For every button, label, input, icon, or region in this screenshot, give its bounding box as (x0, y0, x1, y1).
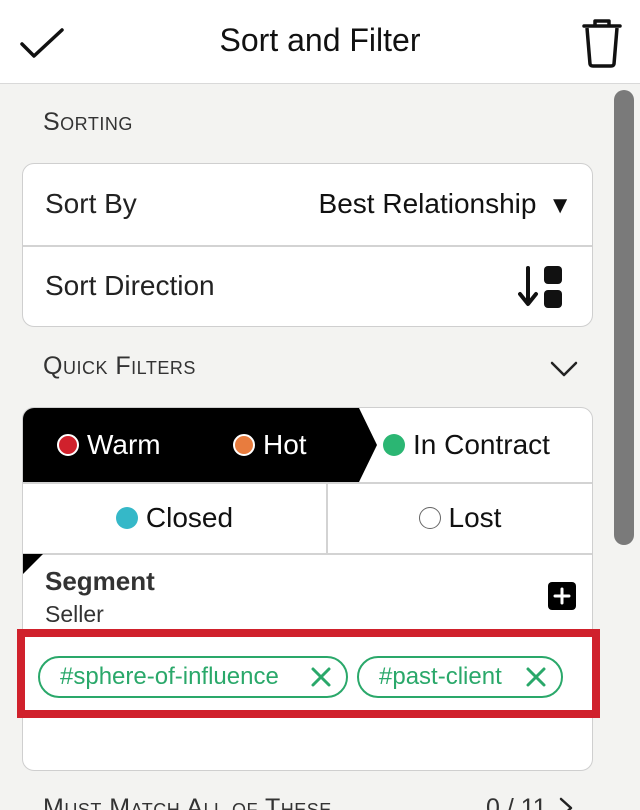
sort-direction-row[interactable]: Sort Direction (23, 246, 592, 326)
must-match-section-title: Must Match All of These (43, 794, 332, 810)
sorting-section-title: Sorting (43, 108, 133, 136)
status-filter-label: Closed (145, 502, 234, 533)
sort-by-label: Sort By (45, 188, 137, 219)
caret-down-icon: ▼ (548, 192, 572, 219)
status-filter-warm[interactable]: Warm (57, 408, 161, 482)
delete-button[interactable] (578, 16, 626, 70)
page-title: Sort and Filter (219, 22, 421, 58)
plus-icon (553, 587, 571, 605)
sorting-card: Sort By Best Relationship ▼ Sort Directi… (22, 163, 593, 327)
highlight-box (17, 629, 600, 718)
status-filter-label: Lost (448, 502, 502, 533)
add-segment-button[interactable] (548, 582, 576, 610)
sort-direction-label: Sort Direction (45, 270, 215, 301)
sort-by-value: Best Relationship (318, 188, 537, 219)
divider (23, 553, 592, 555)
status-filter-hot[interactable]: Hot (233, 408, 307, 482)
trash-icon (582, 19, 622, 68)
status-filter-label: Hot (263, 429, 307, 460)
warm-dot-icon (57, 434, 79, 456)
status-filter-label: In Contract (413, 429, 550, 460)
segment-value: Seller (45, 601, 104, 627)
hot-dot-icon (233, 434, 255, 456)
sort-by-select[interactable]: Best Relationship ▼ (319, 188, 572, 220)
closed-dot-icon (115, 507, 138, 529)
quick-filters-section-title: Quick Filters (43, 352, 196, 380)
in-contract-dot-icon (383, 434, 405, 456)
status-filter-closed[interactable]: Closed (23, 483, 326, 553)
status-filter-label: Warm (87, 429, 161, 460)
segment-title: Segment (45, 566, 155, 596)
status-filter-in-contract[interactable]: In Contract (383, 408, 550, 482)
must-match-count: 0 / 11 (486, 794, 547, 810)
chevron-right-icon[interactable] (558, 796, 574, 810)
status-filter-lost[interactable]: Lost (328, 483, 592, 553)
header-bar: Sort and Filter (0, 0, 640, 84)
chevron-down-icon[interactable] (550, 360, 578, 378)
sort-descending-icon[interactable] (518, 264, 566, 310)
sort-by-row[interactable]: Sort By Best Relationship ▼ (23, 164, 592, 245)
lost-dot-icon (418, 507, 441, 529)
corner-marker-icon (23, 554, 43, 574)
scrollbar[interactable] (614, 90, 634, 545)
